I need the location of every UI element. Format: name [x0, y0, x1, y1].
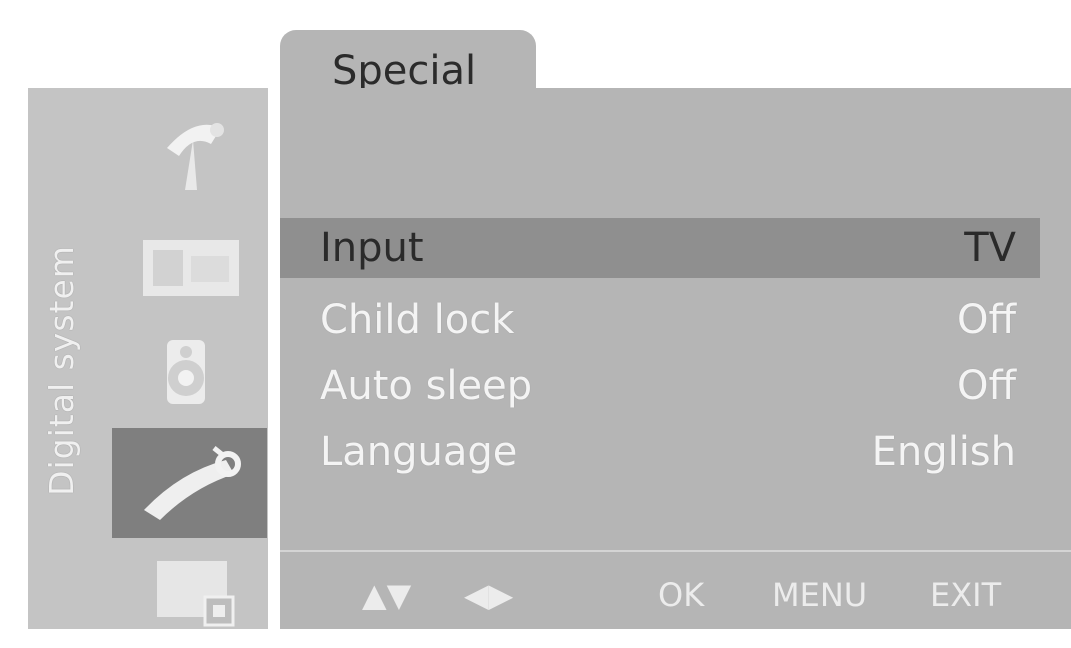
- picture-icon: [142, 240, 239, 296]
- menu-item-language[interactable]: Language English: [280, 422, 1040, 482]
- menu-item-label: Input: [320, 225, 424, 271]
- menu-item-value: Off: [956, 363, 1016, 409]
- antenna-icon: [166, 123, 224, 190]
- screen-icon: [156, 561, 234, 627]
- menu-item-value: Off: [956, 297, 1016, 343]
- sidebar-item-special[interactable]: [112, 428, 267, 538]
- sidebar-item-screen[interactable]: [112, 538, 267, 648]
- sidebar-item-antenna[interactable]: [112, 100, 267, 210]
- footer-divider: [280, 550, 1071, 552]
- menu-item-label: Auto sleep: [320, 363, 533, 409]
- menu-item-label: Language: [320, 429, 518, 475]
- menu-item-auto-sleep[interactable]: Auto sleep Off: [280, 356, 1040, 416]
- menu-item-label: Child lock: [320, 297, 515, 343]
- special-icon: [143, 446, 241, 520]
- brand-vertical-text: Digital system: [34, 160, 88, 580]
- menu-item-input[interactable]: Input TV: [280, 218, 1040, 278]
- menu-item-value: TV: [964, 225, 1016, 271]
- menu-item-value: English: [871, 429, 1016, 475]
- nav-updown-hint: ▲▼: [362, 576, 412, 614]
- sidebar-item-picture[interactable]: [112, 210, 267, 320]
- sidebar-item-sound[interactable]: [112, 318, 267, 428]
- sound-icon: [166, 340, 205, 404]
- exit-hint: EXIT: [930, 576, 1002, 614]
- menu-panel: Input TV Child lock Off Auto sleep Off L…: [280, 88, 1071, 629]
- menu-item-child-lock[interactable]: Child lock Off: [280, 290, 1040, 350]
- ok-hint: OK: [658, 576, 705, 614]
- brand-label: Digital system: [41, 244, 81, 496]
- nav-leftright-hint: ◀▶: [464, 576, 514, 614]
- control-hints: ▲▼ ◀▶ OK MENU EXIT: [280, 568, 1071, 628]
- menu-hint: MENU: [772, 576, 868, 614]
